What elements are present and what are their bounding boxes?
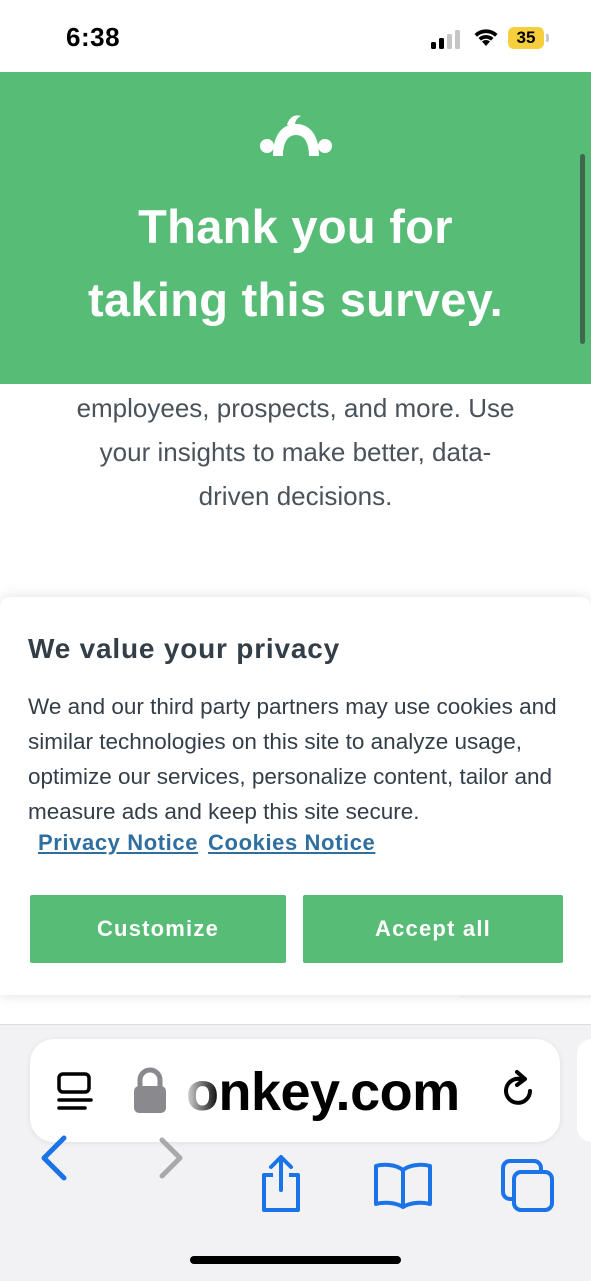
reload-icon[interactable] (500, 1069, 538, 1111)
scroll-indicator[interactable] (580, 154, 585, 344)
cookie-banner: We value your privacy We and our third p… (0, 597, 591, 995)
wifi-icon (474, 29, 498, 46)
share-icon[interactable] (256, 1154, 306, 1214)
status-bar: 6:38 35 (0, 0, 591, 72)
accept-all-button[interactable]: Accept all (303, 895, 563, 963)
url-text[interactable]: onkey.com (186, 1061, 460, 1123)
cookie-links: Privacy Notice Cookies Notice (38, 830, 385, 856)
browser-toolbar: onkey.com (0, 1024, 591, 1281)
cellular-signal-icon (431, 29, 463, 49)
next-tab-preview[interactable] (577, 1039, 591, 1142)
url-fade (180, 1049, 220, 1129)
address-bar[interactable]: onkey.com (30, 1039, 560, 1142)
home-indicator[interactable] (190, 1256, 401, 1264)
page-title: Thank you for taking this survey. (88, 200, 503, 326)
cookie-banner-text: We and our third party partners may use … (28, 694, 557, 824)
cookie-banner-title: We value your privacy (28, 633, 340, 664)
surveymonkey-logo-icon (260, 115, 332, 156)
status-time: 6:38 (66, 22, 121, 52)
thank-you-header: Thank you for taking this survey. (0, 72, 591, 384)
bookmarks-icon[interactable] (373, 1160, 433, 1210)
back-icon[interactable] (38, 1134, 70, 1182)
reader-mode-icon[interactable] (56, 1071, 94, 1113)
forward-icon[interactable] (156, 1134, 188, 1182)
customize-button[interactable]: Customize (30, 895, 286, 963)
cookies-notice-link[interactable]: Cookies Notice (208, 830, 375, 855)
battery-level: 35 (516, 28, 536, 47)
privacy-notice-link[interactable]: Privacy Notice (38, 830, 198, 855)
battery-icon: 35 (508, 27, 550, 49)
lock-icon (134, 1067, 166, 1113)
divider (460, 995, 591, 998)
body-text: employees, prospects, and more. Use your… (76, 393, 515, 511)
tabs-icon[interactable] (500, 1158, 556, 1214)
